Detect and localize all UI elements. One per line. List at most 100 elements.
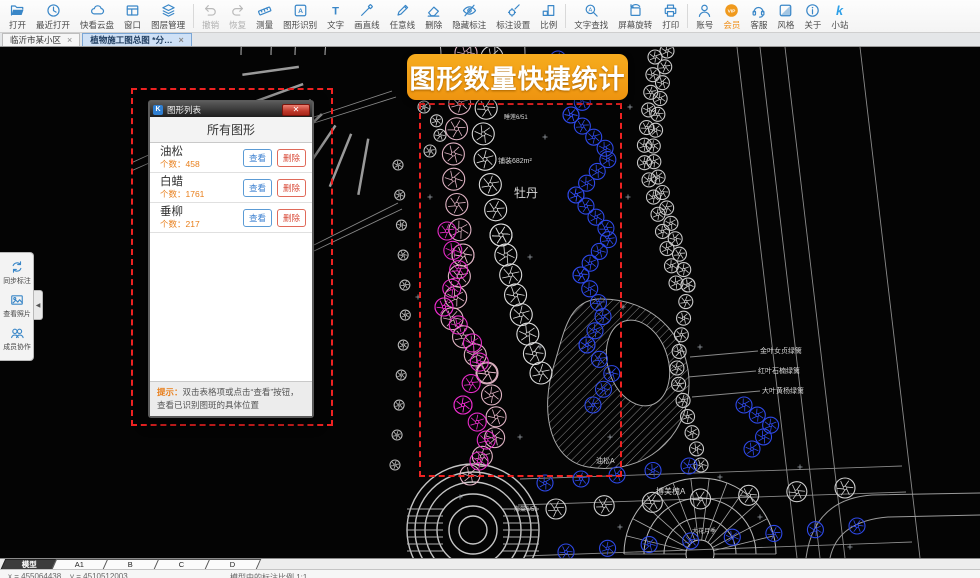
open-icon	[9, 3, 26, 18]
toolbar-freeline-button[interactable]: 任意线	[385, 0, 421, 32]
toolbar-recent-button[interactable]: 最近打开	[31, 0, 75, 32]
toolbar-vip-button[interactable]: VIP会员	[718, 0, 745, 32]
callout-banner: 图形数量快捷统计	[407, 54, 628, 100]
svg-text:金叶女贞绿篱: 金叶女贞绿篱	[760, 346, 802, 355]
layout-tab-label: C	[179, 560, 184, 569]
row-text: 白蜡个数：1761	[160, 176, 238, 199]
site-icon: k	[831, 3, 848, 18]
close-icon[interactable]: ×	[178, 35, 183, 45]
layout-tab-label: D	[230, 560, 235, 569]
toolbar-open-button[interactable]: 打开	[4, 0, 31, 32]
annotation-settings-icon	[505, 3, 522, 18]
toolbar-line-button[interactable]: 画直线	[349, 0, 385, 32]
panel-collapse-button[interactable]: ◀	[34, 290, 43, 320]
layout-tab-模型[interactable]: 模型	[1, 559, 57, 569]
plant-count: 个数：217	[160, 219, 238, 229]
layout-tab-A1[interactable]: A1	[52, 559, 108, 569]
window-icon	[124, 3, 141, 18]
toolbar-label: 打印	[662, 19, 679, 31]
toolbar-separator	[193, 4, 194, 28]
toolbar-undo-button[interactable]: 撤销	[197, 0, 224, 32]
toolbar-find-text-button[interactable]: A文字查找	[569, 0, 613, 32]
toolbar-style-button[interactable]: 风格	[772, 0, 799, 32]
toolbar-label: 图层管理	[151, 19, 185, 31]
toolbar-layers-button[interactable]: 图层管理	[146, 0, 190, 32]
toolbar-separator	[687, 4, 688, 28]
toolbar-window-button[interactable]: 窗口	[119, 0, 146, 32]
plant-name: 白蜡	[160, 176, 238, 189]
graphics-list-row[interactable]: 垂柳个数：217 查看删除	[150, 203, 312, 233]
toolbar-site-button[interactable]: k小站	[826, 0, 853, 32]
layers-icon	[160, 3, 177, 18]
close-icon[interactable]: ×	[67, 35, 72, 45]
toolbar-support-button[interactable]: 客服	[745, 0, 772, 32]
side-tool-panel: 同步标注查看照片成员协作	[0, 252, 34, 361]
style-icon	[777, 3, 794, 18]
toolbar-label: 风格	[777, 19, 794, 31]
toolbar-recognize-button[interactable]: A图形识别	[278, 0, 322, 32]
delete-button[interactable]: 删除	[277, 149, 306, 167]
cad-viewport[interactable]: 牡丹铺装682m²睡莲6/51油松A博美槐A海棠6/51大花月季金叶女贞绿篱红叶…	[0, 47, 980, 558]
about-icon	[804, 3, 821, 18]
layout-tab-C[interactable]: C	[154, 559, 210, 569]
side-panel-label: 查看照片	[3, 308, 31, 318]
plant-count: 个数：1761	[160, 189, 238, 199]
status-bar: x = 455064438 y = 4510512003 模型中的标注比例 1:…	[0, 569, 980, 578]
toolbar-annotation-settings-button[interactable]: 标注设置	[491, 0, 535, 32]
svg-text:博美槐A: 博美槐A	[656, 486, 686, 496]
plant-count: 个数：458	[160, 159, 238, 169]
cloud-icon	[89, 3, 106, 18]
svg-text:油松A: 油松A	[596, 456, 615, 465]
svg-text:红叶石楠绿篱: 红叶石楠绿篱	[758, 366, 800, 375]
toolbar-label: 文字	[327, 19, 344, 31]
callout-banner-text: 图形数量快捷统计	[409, 59, 625, 96]
toolbar-redo-button[interactable]: 恢复	[224, 0, 251, 32]
toolbar-label: 画直线	[354, 19, 380, 31]
find-text-icon: A	[583, 3, 600, 18]
graphics-list-row[interactable]: 油松个数：458查看删除	[150, 143, 312, 173]
svg-text:A: A	[298, 8, 303, 15]
toolbar-print-button[interactable]: 打印	[657, 0, 684, 32]
toolbar-measure-button[interactable]: 测量	[251, 0, 278, 32]
side-panel-sync-button[interactable]: 同步标注	[0, 257, 33, 290]
support-icon	[750, 3, 767, 18]
view-button[interactable]: 查看	[243, 209, 272, 227]
toolbar-rotate-screen-button[interactable]: 屏幕旋转	[613, 0, 657, 32]
delete-button[interactable]: 删除	[277, 179, 306, 197]
layout-tab-D[interactable]: D	[205, 559, 261, 569]
svg-text:T: T	[332, 5, 339, 17]
document-tab-2[interactable]: 植物施工图总图 *分…×	[82, 33, 191, 46]
toolbar-cloud-button[interactable]: 快看云盘	[75, 0, 119, 32]
document-tab-label: 临沂市某小区	[10, 34, 61, 46]
toolbar-label: 快看云盘	[80, 19, 114, 31]
svg-text:海棠6/51: 海棠6/51	[514, 505, 538, 513]
graphics-list-row[interactable]: 白蜡个数：1761 查看删除	[150, 173, 312, 203]
delete-button[interactable]: 删除	[277, 209, 306, 227]
layout-tab-B[interactable]: B	[103, 559, 159, 569]
toolbar-scale-button[interactable]: 比例	[535, 0, 562, 32]
close-icon[interactable]: ✕	[282, 104, 310, 116]
plant-name: 垂柳	[160, 206, 238, 219]
toolbar-label: 标注设置	[496, 19, 530, 31]
document-tab-bar: 临沂市某小区×植物施工图总图 *分…×	[0, 33, 980, 47]
toolbar-eraser-button[interactable]: 删除	[420, 0, 447, 32]
toolbar-about-button[interactable]: 关于	[799, 0, 826, 32]
side-panel-members-button[interactable]: 成员协作	[0, 323, 33, 356]
toolbar-hide-annotation-button[interactable]: 隐藏标注	[447, 0, 491, 32]
dialog-title-bar[interactable]: K 图形列表 ✕	[150, 102, 312, 117]
toolbar-text-button[interactable]: T 文字	[322, 0, 349, 32]
toolbar-account-button[interactable]: 账号	[691, 0, 718, 32]
toolbar-label: 删除	[425, 19, 442, 31]
sync-icon	[9, 260, 25, 274]
view-button[interactable]: 查看	[243, 179, 272, 197]
view-button[interactable]: 查看	[243, 149, 272, 167]
recent-icon	[45, 3, 62, 18]
toolbar-label: 文字查找	[574, 19, 608, 31]
freeline-icon	[394, 3, 411, 18]
toolbar-label: 屏幕旋转	[618, 19, 652, 31]
toolbar-label: 客服	[750, 19, 767, 31]
document-tab-1[interactable]: 临沂市某小区 ×	[2, 33, 80, 46]
side-panel-photo-button[interactable]: 查看照片	[0, 290, 33, 323]
toolbar-label: 任意线	[390, 19, 416, 31]
side-panel-label: 同步标注	[3, 275, 31, 285]
